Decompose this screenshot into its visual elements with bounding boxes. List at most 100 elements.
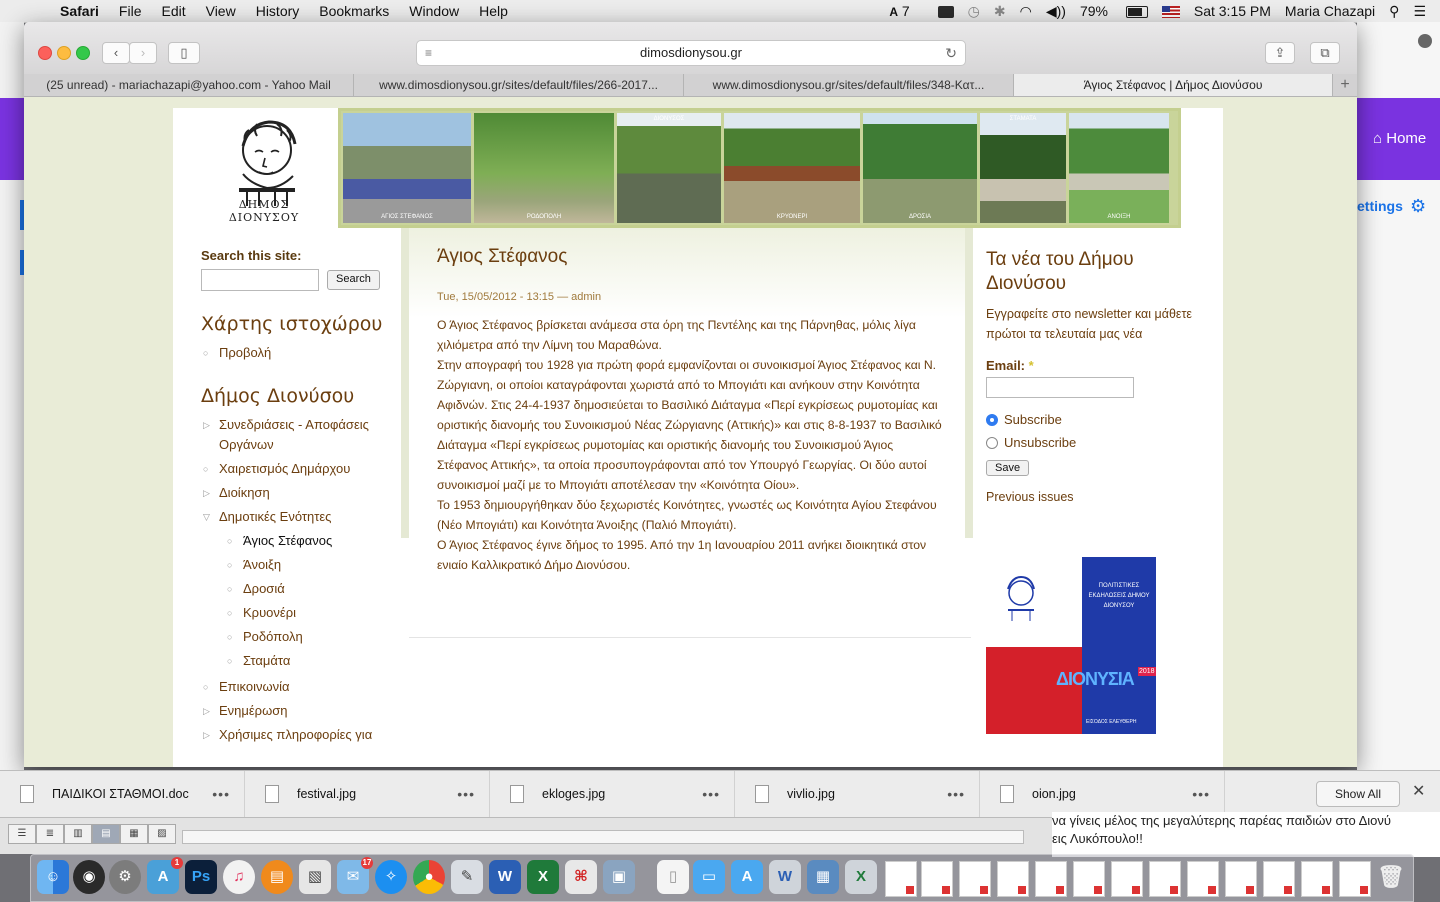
close-window-button[interactable] — [38, 46, 52, 60]
adobe-tray[interactable]: A 7 — [889, 3, 923, 19]
show-all-button[interactable]: Show All — [1316, 781, 1400, 807]
back-button[interactable]: ‹ — [102, 42, 130, 64]
pdf-document-icon[interactable] — [1073, 861, 1105, 897]
menu-help[interactable]: Help — [479, 3, 508, 19]
new-tab-button[interactable]: + — [1333, 74, 1357, 96]
download-item[interactable]: ekloges.jpg ••• — [490, 771, 735, 817]
menu-item-dimotikes-enotites[interactable]: Δημοτικές Ενότητες — [201, 507, 391, 527]
folder-icon[interactable]: ▭ — [693, 860, 725, 894]
menu-item-synedriaseis[interactable]: Συνεδριάσεις - Αποφάσεις Οργάνων — [201, 415, 391, 455]
menu-window[interactable]: Window — [409, 3, 459, 19]
share-button[interactable]: ⇪ — [1265, 42, 1295, 64]
view-other-button[interactable]: ▨ — [148, 824, 176, 844]
background-home-link[interactable]: ⌂ Home — [1373, 130, 1426, 147]
more-icon[interactable]: ••• — [702, 786, 720, 802]
gear-icon[interactable]: ⚙ — [1410, 196, 1426, 217]
pdf-document-icon[interactable] — [1225, 861, 1257, 897]
finder-scrollbar[interactable] — [182, 830, 1024, 844]
tab-pdf-348[interactable]: www.dimosdionysou.gr/sites/default/files… — [684, 74, 1014, 96]
pdf-document-icon[interactable] — [1149, 861, 1181, 897]
photoshop-icon[interactable]: Ps — [185, 860, 217, 894]
tabs-overview-button[interactable]: ⧉ — [1310, 42, 1340, 64]
subscribe-option[interactable]: Subscribe — [986, 412, 1196, 427]
address-bar[interactable]: ≡ dimosdionysou.gr ↻ — [416, 40, 966, 66]
drive-icon[interactable] — [937, 3, 954, 19]
safari-icon[interactable]: ✧ — [375, 860, 407, 894]
menu-item-provoli[interactable]: Προβολή — [201, 343, 391, 363]
menu-app-safari[interactable]: Safari — [60, 3, 99, 19]
finder-icon[interactable]: ☺ — [37, 860, 69, 894]
spotlight-icon[interactable]: ⚲ — [1389, 3, 1399, 20]
menu-item-anoixi[interactable]: Άνοιξη — [201, 555, 391, 575]
minimize-window-button[interactable] — [57, 46, 71, 60]
sidebar-button[interactable]: ▯ — [168, 42, 200, 64]
excel-icon[interactable]: X — [527, 860, 559, 894]
notification-center-icon[interactable]: ☰ — [1413, 3, 1426, 20]
ibooks-icon[interactable]: ▤ — [261, 860, 293, 894]
search-button[interactable]: Search — [327, 270, 380, 290]
subscribe-radio[interactable] — [986, 413, 998, 426]
menu-item-enimerosi[interactable]: Ενημέρωση — [201, 701, 391, 721]
view-gallery-button[interactable]: ▦ — [120, 824, 148, 844]
menu-item-rodopoli[interactable]: Ροδόπολη — [201, 627, 391, 647]
tab-agios-stefanos[interactable]: Άγιος Στέφανος | Δήμος Διονύσου — [1014, 74, 1333, 96]
documents-stack-icon[interactable]: ▯ — [657, 860, 689, 894]
pdf-document-icon[interactable] — [959, 861, 991, 897]
word-icon[interactable]: W — [489, 860, 521, 894]
menu-item-stamata[interactable]: Σταμάτα — [201, 651, 391, 671]
view-icons-button[interactable]: ☰ — [8, 824, 36, 844]
acrobat-icon[interactable]: ⌘ — [565, 860, 597, 894]
menu-item-dioikisi[interactable]: Διοίκηση — [201, 483, 391, 503]
us-flag-icon[interactable] — [1161, 3, 1180, 19]
more-icon[interactable]: ••• — [947, 786, 965, 802]
menu-bookmarks[interactable]: Bookmarks — [319, 3, 389, 19]
chrome-icon[interactable]: ● — [413, 860, 445, 894]
textedit-icon[interactable]: ✎ — [451, 860, 483, 894]
user-name[interactable]: Maria Chazapi — [1285, 3, 1375, 19]
more-icon[interactable]: ••• — [212, 786, 230, 802]
pdf-document-icon[interactable] — [1263, 861, 1295, 897]
pdf-document-icon[interactable] — [885, 861, 917, 897]
pdf-document-icon[interactable] — [1111, 861, 1143, 897]
zoom-window-button[interactable] — [76, 46, 90, 60]
menu-view[interactable]: View — [206, 3, 236, 19]
reader-icon[interactable]: ≡ — [425, 41, 432, 65]
download-item[interactable]: ΠΑΙΔΙΚΟΙ ΣΤΑΘΜΟΙ.doc ••• — [0, 771, 245, 817]
download-item[interactable]: vivlio.jpg ••• — [735, 771, 980, 817]
close-downloads-icon[interactable]: ✕ — [1412, 781, 1425, 801]
tab-yahoo-mail[interactable]: (25 unread) - mariachazapi@yahoo.com - Y… — [24, 74, 354, 96]
itunes-icon[interactable]: ♫ — [223, 860, 255, 894]
more-icon[interactable]: ••• — [1192, 786, 1210, 802]
image-capture-icon[interactable]: ▣ — [603, 860, 635, 894]
bluetooth-icon[interactable]: ✱ — [994, 3, 1006, 20]
time-machine-icon[interactable]: ◷ — [968, 3, 980, 20]
tab-pdf-266[interactable]: www.dimosdionysou.gr/sites/default/files… — [354, 74, 684, 96]
clock[interactable]: Sat 3:15 PM — [1194, 3, 1271, 19]
trash-icon[interactable]: 🗑 — [1375, 860, 1407, 894]
pdf-document-icon[interactable] — [997, 861, 1029, 897]
applications-folder-icon[interactable]: A — [731, 860, 763, 894]
menu-edit[interactable]: Edit — [161, 3, 185, 19]
previous-issues-link[interactable]: Previous issues — [986, 490, 1196, 504]
battery-status[interactable]: 79% — [1080, 3, 1148, 19]
reload-icon[interactable]: ↻ — [945, 41, 957, 65]
view-list-button[interactable]: ≣ — [36, 824, 64, 844]
view-cover-button[interactable]: ▤ — [92, 824, 120, 844]
dashboard-icon[interactable]: ◉ — [73, 860, 105, 894]
stack-icon[interactable]: ▦ — [807, 860, 839, 894]
menu-item-xairetismos[interactable]: Χαιρετισμός Δημάρχου — [201, 459, 391, 479]
menu-item-drosia[interactable]: Δροσιά — [201, 579, 391, 599]
pdf-document-icon[interactable] — [1301, 861, 1333, 897]
menu-item-agios-stefanos[interactable]: Άγιος Στέφανος — [201, 531, 391, 551]
system-preferences-icon[interactable]: ⚙ — [109, 860, 141, 894]
menu-file[interactable]: File — [119, 3, 142, 19]
site-logo[interactable]: ΔΗΜΟΣ ΔΙΟΝΥΣΟΥ — [199, 116, 329, 224]
forward-button[interactable]: › — [129, 42, 157, 64]
wifi-icon[interactable]: ◠ — [1020, 3, 1032, 20]
excel-doc-icon[interactable]: X — [845, 860, 877, 894]
more-icon[interactable]: ••• — [457, 786, 475, 802]
search-input[interactable] — [201, 269, 319, 291]
volume-icon[interactable]: ◀)) — [1046, 3, 1066, 20]
menu-item-kryoneri[interactable]: Κρυονέρι — [201, 603, 391, 623]
download-item[interactable]: oion.jpg ••• — [980, 771, 1225, 817]
